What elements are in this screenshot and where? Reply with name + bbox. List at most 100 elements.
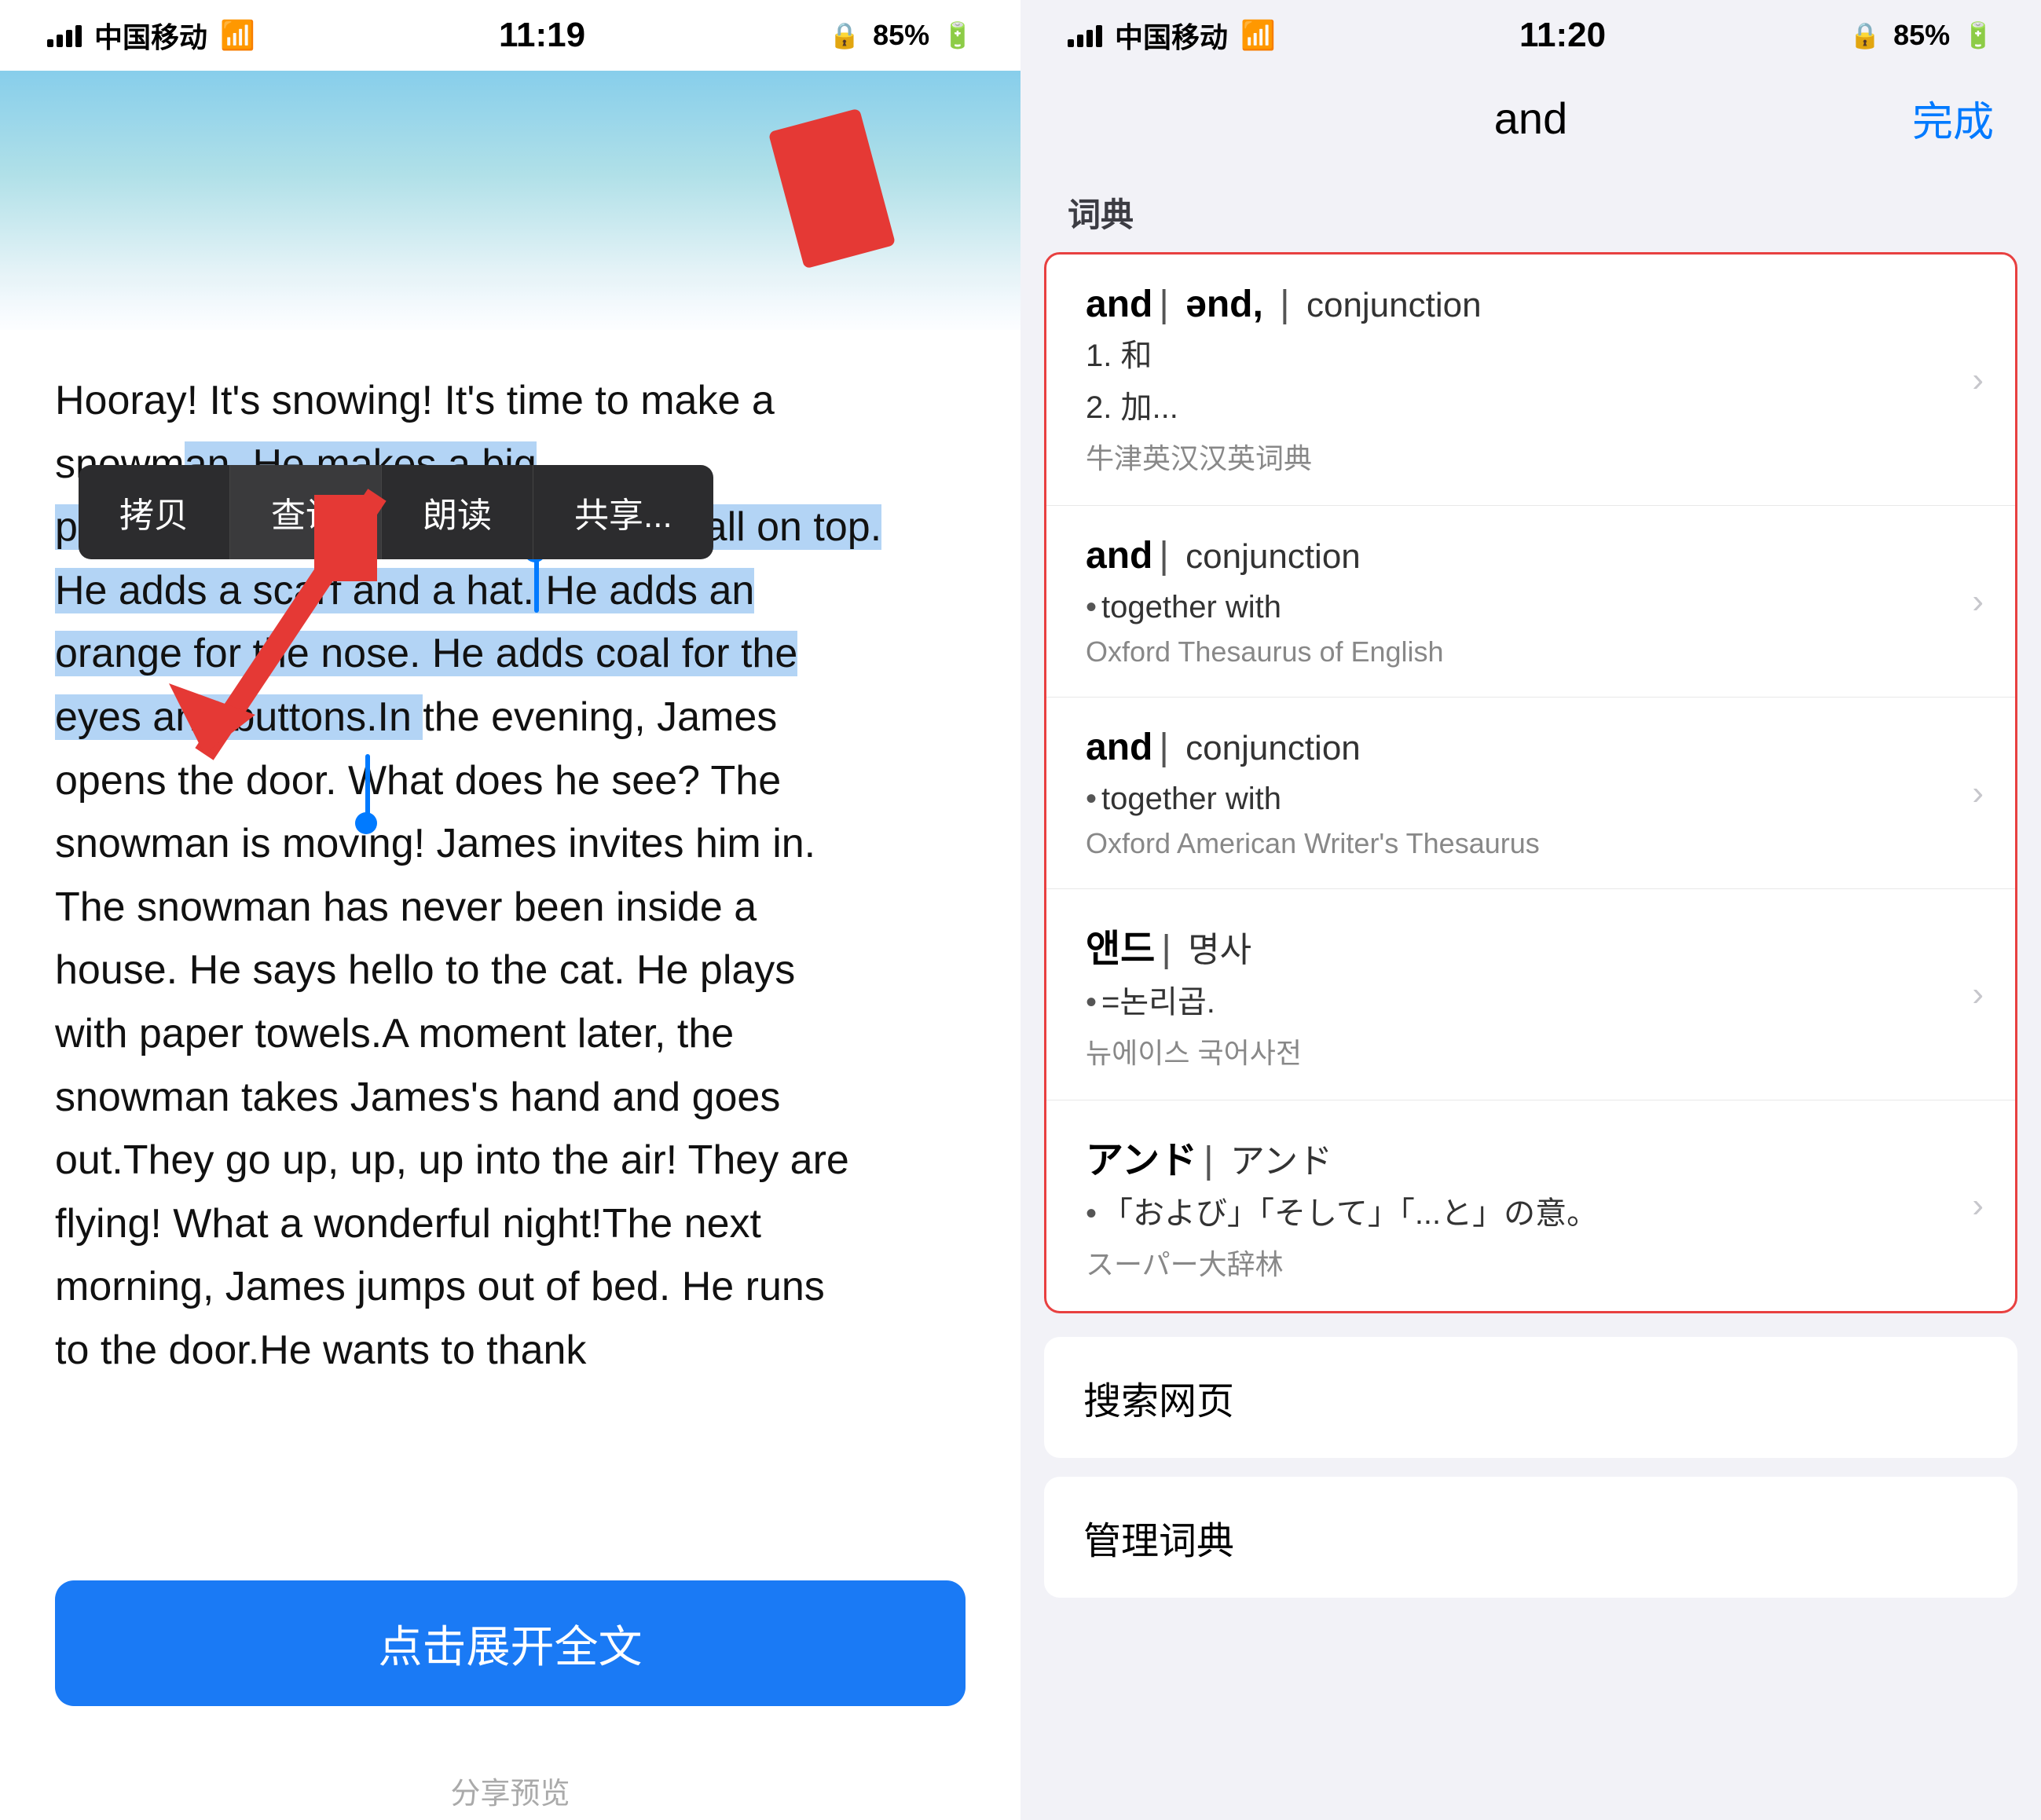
- carrier-right: 中国移动 📶: [1068, 15, 1276, 56]
- text-line-16: to the door.He wants to thank: [55, 1327, 586, 1373]
- entry-4-word-text: 앤드: [1086, 928, 1155, 970]
- signal-icon-right: [1068, 24, 1102, 47]
- left-panel: 中国移动 📶 11:19 🔒 85% 🔋 拷贝 查询 朗读 共享...: [0, 0, 1020, 1820]
- expand-button-label: 点击展开全文: [379, 1612, 643, 1675]
- done-button[interactable]: 完成: [1912, 89, 1994, 148]
- sep-1b: |: [1280, 284, 1289, 325]
- entry-2-pos: conjunction: [1185, 537, 1361, 576]
- highlighted-text-5: eyes and buttons.In: [55, 694, 423, 740]
- carrier-left-label: 中国移动: [94, 15, 207, 56]
- red-decoration: [768, 108, 896, 269]
- read-menu-item[interactable]: 朗读: [382, 465, 533, 559]
- dot-5: •: [1086, 1196, 1097, 1231]
- entry-2-def-1-text: together with: [1101, 590, 1281, 624]
- text-line-1: Hooray! It's snowing! It's time to make …: [55, 378, 775, 423]
- expand-button[interactable]: 点击展开全文: [55, 1580, 966, 1706]
- dict-bottom-section: 搜索网页 管理词典: [1020, 1329, 2041, 1820]
- chevron-icon-3: ›: [1972, 774, 1984, 813]
- bottom-button-area: 点击展开全文: [0, 1541, 1020, 1753]
- lock-icon-right: 🔒: [1849, 20, 1881, 50]
- battery-right: 85%: [1893, 19, 1950, 52]
- carrier-right-label: 中国移动: [1115, 15, 1228, 56]
- dict-header: and 完成: [1020, 71, 2041, 165]
- sep-1: |: [1159, 284, 1168, 325]
- time-left: 11:19: [499, 16, 585, 55]
- entry-4-def-1-text: =논리곱.: [1101, 985, 1215, 1020]
- signal-icon: [47, 24, 82, 47]
- dot-4: •: [1086, 985, 1097, 1020]
- text-line-10: house. He says hello to the cat. He play…: [55, 947, 795, 993]
- dict-entry-5[interactable]: アンド| アンド •「および」「そして」「...と」の意。 スーパー大辞林 ›: [1046, 1100, 2015, 1311]
- dict-card: and| ənd, | conjunction 1. 和 2. 加... 牛津英…: [1044, 252, 2017, 1313]
- sep-4: |: [1161, 928, 1171, 970]
- sep-3: |: [1159, 727, 1168, 768]
- dict-entry-1-word: and| ənd, | conjunction: [1086, 283, 1976, 326]
- text-line-15: morning, James jumps out of bed. He runs: [55, 1264, 825, 1309]
- context-menu: 拷贝 查询 朗读 共享...: [79, 465, 713, 559]
- entry-3-def-1: •together with: [1086, 775, 1976, 822]
- sep-2: |: [1159, 535, 1168, 577]
- entry-3-word-text: and: [1086, 727, 1152, 768]
- entry-2-source: Oxford Thesaurus of English: [1086, 635, 1976, 668]
- lock-icon-left: 🔒: [829, 20, 860, 50]
- entry-4-pos: 명사: [1188, 931, 1251, 969]
- entry-5-def-1: •「および」「そして」「...と」の意。: [1086, 1190, 1976, 1237]
- text-line-14: flying! What a wonderful night!The next: [55, 1201, 761, 1247]
- status-bar-left: 中国移动 📶 11:19 🔒 85% 🔋: [0, 0, 1020, 71]
- entry-3-source: Oxford American Writer's Thesaurus: [1086, 827, 1976, 860]
- dot-2: •: [1086, 590, 1097, 624]
- battery-icon-left: 🔋: [942, 20, 973, 50]
- manage-dict-button[interactable]: 管理词典: [1044, 1477, 2017, 1598]
- entry-5-pos: アンド: [1230, 1142, 1332, 1181]
- entry-4-def-1: •=논리곱.: [1086, 979, 1976, 1026]
- battery-left: 85%: [873, 19, 929, 52]
- dict-entry-1[interactable]: and| ənd, | conjunction 1. 和 2. 加... 牛津英…: [1046, 255, 2015, 506]
- search-web-button[interactable]: 搜索网页: [1044, 1337, 2017, 1458]
- text-line-12: snowman takes James's hand and goes: [55, 1075, 780, 1120]
- share-menu-item[interactable]: 共享...: [533, 465, 713, 559]
- sep-5: |: [1204, 1140, 1213, 1181]
- entry-1-phonetic: ənd,: [1175, 284, 1273, 325]
- battery-icon-right: 🔋: [1962, 20, 1994, 50]
- highlighted-text-3: He adds a scarf and a hat. He adds an: [55, 568, 754, 613]
- wifi-icon-right: 📶: [1240, 19, 1276, 52]
- entry-2-def-1: •together with: [1086, 584, 1976, 631]
- time-right: 11:20: [1519, 16, 1606, 55]
- cursor-dot-bottom: [355, 812, 377, 834]
- text-line-8: snowman is moving! James invites him in.: [55, 821, 815, 866]
- dict-entry-3-word: and| conjunction: [1086, 726, 1976, 769]
- entry-4-source: 뉴에이스 국어사전: [1086, 1031, 1976, 1071]
- dict-entry-4-word: 앤드| 명사: [1086, 917, 1976, 972]
- dict-entry-3[interactable]: and| conjunction •together with Oxford A…: [1046, 698, 2015, 889]
- text-line-11: with paper towels.A moment later, the: [55, 1011, 734, 1056]
- chevron-icon-2: ›: [1972, 582, 1984, 621]
- lookup-menu-item[interactable]: 查询: [230, 465, 382, 559]
- dict-query-word: and: [1494, 93, 1567, 144]
- text-line-9: The snowman has never been inside a: [55, 884, 757, 930]
- dot-3: •: [1086, 782, 1097, 816]
- entry-3-def-1-text: together with: [1101, 782, 1281, 816]
- text-line-13: out.They go up, up, up into the air! The…: [55, 1137, 849, 1183]
- entry-1-def-1: 1. 和: [1086, 332, 1976, 379]
- battery-area-right: 🔒 85% 🔋: [1849, 19, 1994, 52]
- entry-1-def-1-text: 1. 和: [1086, 339, 1152, 373]
- status-bar-right: 中国移动 📶 11:20 🔒 85% 🔋: [1020, 0, 2041, 71]
- dict-entry-2[interactable]: and| conjunction •together with Oxford T…: [1046, 506, 2015, 698]
- book-content: 拷贝 查询 朗读 共享... Hooray! It's snowing! It'…: [0, 330, 1020, 1541]
- copy-menu-item[interactable]: 拷贝: [79, 465, 230, 559]
- carrier-left: 中国移动 📶: [47, 15, 255, 56]
- chevron-icon-1: ›: [1972, 361, 1984, 400]
- entry-5-source: スーパー大辞林: [1086, 1242, 1976, 1283]
- right-panel: 中国移动 📶 11:20 🔒 85% 🔋 and 完成 词典 and| ənd,…: [1020, 0, 2041, 1820]
- wifi-icon-left: 📶: [220, 19, 255, 52]
- selection-cursor-bottom: [365, 754, 370, 817]
- dict-entry-4[interactable]: 앤드| 명사 •=논리곱. 뉴에이스 국어사전 ›: [1046, 889, 2015, 1100]
- share-hint-label: 分享预览: [450, 1778, 570, 1811]
- hero-image: [0, 71, 1020, 330]
- entry-5-word-text: アンド: [1086, 1140, 1197, 1181]
- dict-section-label: 词典: [1020, 165, 2041, 252]
- entry-5-def-1-text: 「および」「そして」「...と」の意。: [1101, 1196, 1598, 1231]
- entry-1-pos: conjunction: [1306, 286, 1482, 324]
- entry-1-source: 牛津英汉汉英词典: [1086, 436, 1976, 477]
- entry-1-word-text: and: [1086, 284, 1152, 325]
